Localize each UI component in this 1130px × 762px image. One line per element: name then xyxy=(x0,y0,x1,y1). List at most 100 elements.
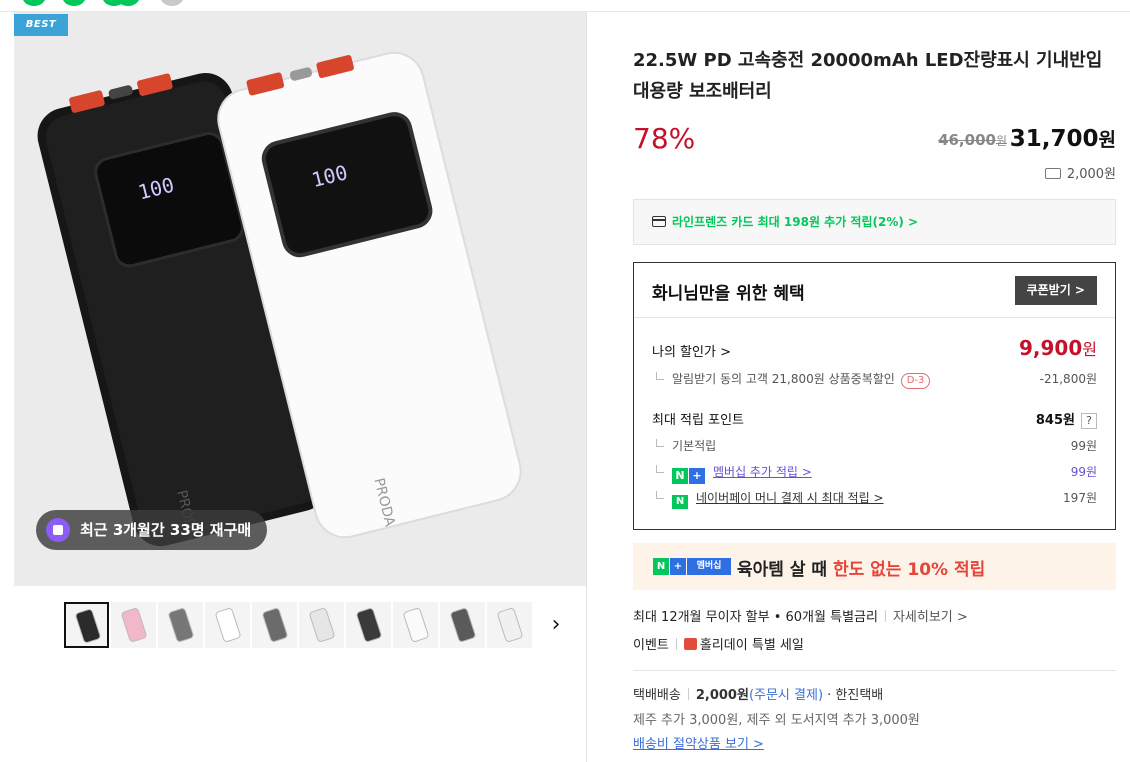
shipping-note: (주문시 결제) xyxy=(748,688,824,703)
coupon-button[interactable]: 쿠폰받기 > xyxy=(1014,276,1097,305)
benefit-box: 화니님만을 위한 혜택 쿠폰받기 > 나의 할인가 > 9,900원 알림받기 … xyxy=(633,262,1116,530)
npay-points-link[interactable]: 네이버페이 머니 결제 시 최대 적립 > xyxy=(696,491,884,505)
thumbnail-gray-pair[interactable] xyxy=(252,602,297,648)
tree-line-icon xyxy=(656,465,664,473)
thumbnail-image xyxy=(496,607,524,643)
npay-points-row: N 네이버페이 머니 결제 시 최대 적립 > 197원 xyxy=(652,489,1097,509)
thumbnail-image xyxy=(355,607,383,643)
installment-line: 최대 12개월 무이자 할부 • 60개월 특별금리 자세히보기 > xyxy=(633,606,968,625)
membership-promo-banner[interactable]: N + 멤버십 육아템 살 때 한도 없는 10% 적립 xyxy=(633,543,1116,590)
thumbnail-white-pair[interactable] xyxy=(299,602,344,648)
my-price-row: 나의 할인가 > 9,900원 xyxy=(652,336,1097,360)
shipping-fee: 2,000원 xyxy=(1066,167,1116,182)
nav-dot-icon xyxy=(160,0,184,6)
nav-dot-icon xyxy=(22,0,46,6)
original-price-unit: 원 xyxy=(995,134,1007,148)
membership-badge: N + 멤버십 xyxy=(653,558,731,575)
thumbnail-white-single[interactable] xyxy=(205,602,250,648)
original-price: 46,000원 xyxy=(938,131,1007,149)
naver-pay-icon: N xyxy=(672,495,688,509)
basic-points-row: 기본적립 99원 xyxy=(652,437,1097,454)
separator xyxy=(675,638,677,650)
naver-n-icon: N xyxy=(653,558,669,575)
thumbnail-image xyxy=(74,608,102,644)
shipping-fee-value: 2,000원 xyxy=(695,688,749,703)
separator xyxy=(884,610,886,622)
alarm-discount-row: 알림받기 동의 고객 21,800원 상품중복할인 D-3 -21,800원 xyxy=(652,370,1097,389)
event-line: 이벤트 홀리데이 특별 세일 xyxy=(633,634,804,653)
basic-points-label: 기본적립 xyxy=(672,439,717,453)
points-total: 845원? xyxy=(1036,409,1097,429)
tree-line-icon xyxy=(656,491,664,499)
my-price: 9,900원 xyxy=(1019,336,1097,360)
sale-price: 31,700원 xyxy=(1010,125,1116,152)
basic-points-value: 99원 xyxy=(1070,439,1097,453)
shopping-bag-icon xyxy=(46,518,70,542)
thumbnail-strip xyxy=(64,602,532,648)
plus-icon: + xyxy=(670,558,686,575)
points-value: 845원 xyxy=(1035,413,1075,428)
thumbnail-image xyxy=(402,607,430,643)
discount-rate: 78% xyxy=(633,122,696,155)
my-price-value: 9,900 xyxy=(1019,336,1083,360)
card-benefit-banner[interactable]: 라인프렌즈 카드 최대 198원 추가 적립(2%) > xyxy=(633,199,1116,245)
help-icon[interactable]: ? xyxy=(1081,413,1097,429)
rebuy-text: 최근 3개월간 33명 재구매 xyxy=(80,521,252,539)
thumbnail-black-front[interactable] xyxy=(346,602,391,648)
installment-detail-link[interactable]: 자세히보기 > xyxy=(893,610,968,625)
benefit-title: 화니님만을 위한 혜택 xyxy=(652,284,805,304)
tree-line-icon xyxy=(656,439,664,447)
powerbank-illustration: 100 PRODA 100 PRODA xyxy=(37,51,522,547)
alarm-discount-text: 알림받기 동의 고객 21,800원 상품중복할인 xyxy=(672,372,895,386)
points-row: 최대 적립 포인트 845원? xyxy=(652,409,1097,429)
best-badge: BEST xyxy=(14,14,68,36)
thumbnail-image xyxy=(167,607,195,643)
thumbnail-color-lineup[interactable] xyxy=(111,602,156,648)
thumbnail-image xyxy=(308,607,336,643)
credit-card-icon xyxy=(652,216,666,227)
membership-points-link[interactable]: 멤버십 추가 적립 > xyxy=(713,465,812,479)
membership-points-row: N + 멤버십 추가 적립 > 99원 xyxy=(652,463,1097,484)
event-label: 이벤트 xyxy=(633,638,669,653)
top-strip xyxy=(0,0,1130,12)
npay-points-value: 197원 xyxy=(1063,491,1097,505)
product-title: 22.5W PD 고속충전 20000mAh LED잔량표시 기내반입 대용량 … xyxy=(633,50,1103,102)
product-main-image[interactable]: 100 PRODA 100 PRODA BEST 최근 3개월간 33명 재구매 xyxy=(14,12,586,586)
thumbnail-gray-side[interactable] xyxy=(158,602,203,648)
thumbnail-white-strap[interactable] xyxy=(487,602,532,648)
promo-text: 육아템 살 때 한도 없는 10% 적립 xyxy=(737,555,985,580)
benefit-header: 화니님만을 위한 혜택 쿠폰받기 > xyxy=(634,263,1115,318)
thumbnail-image xyxy=(120,607,148,643)
divider xyxy=(633,670,1116,671)
card-benefit-text: 라인프렌즈 카드 최대 198원 추가 적립(2%) > xyxy=(672,215,919,229)
shipping-extra-line: 제주 추가 3,000원, 제주 외 도서지역 추가 3,000원 xyxy=(633,713,920,728)
d-day-badge: D-3 xyxy=(900,373,931,389)
original-price-value: 46,000 xyxy=(938,131,996,149)
chevron-right-icon[interactable]: › xyxy=(544,610,568,640)
thumbnail-image xyxy=(214,607,242,643)
shipping-carrier: · 한진택배 xyxy=(827,688,884,703)
separator xyxy=(687,688,689,700)
thumbnail-image xyxy=(261,607,289,643)
nav-dot-icon xyxy=(116,0,140,6)
promo-text-main: 육아템 살 때 xyxy=(737,560,833,580)
thumbnail-gray-strap[interactable] xyxy=(440,602,485,648)
points-label: 최대 적립 포인트 xyxy=(652,413,744,428)
thumbnail-white-front[interactable] xyxy=(393,602,438,648)
rebuy-pill: 최근 3개월간 33명 재구매 xyxy=(36,510,268,550)
installment-text: 최대 12개월 무이자 할부 • 60개월 특별금리 xyxy=(633,610,878,625)
gift-icon xyxy=(683,638,697,650)
promo-text-highlight: 한도 없는 10% 적립 xyxy=(832,560,986,580)
my-price-label[interactable]: 나의 할인가 > xyxy=(652,345,731,360)
my-price-unit: 원 xyxy=(1082,340,1097,359)
shipping-fee-line: 2,000원 xyxy=(1044,163,1116,182)
sale-price-value: 31,700 xyxy=(1009,126,1099,152)
nav-dot-icon xyxy=(62,0,86,6)
shipping-type: 택배배송 xyxy=(633,688,681,703)
membership-badge-label: 멤버십 xyxy=(687,558,731,575)
tree-line-icon xyxy=(656,372,664,380)
event-text[interactable]: 홀리데이 특별 세일 xyxy=(700,638,804,653)
shipping-saving-link[interactable]: 배송비 절약상품 보기 > xyxy=(633,733,764,752)
alarm-discount-amount: -21,800원 xyxy=(1039,372,1097,386)
thumbnail-black-powerbank[interactable] xyxy=(64,602,109,648)
